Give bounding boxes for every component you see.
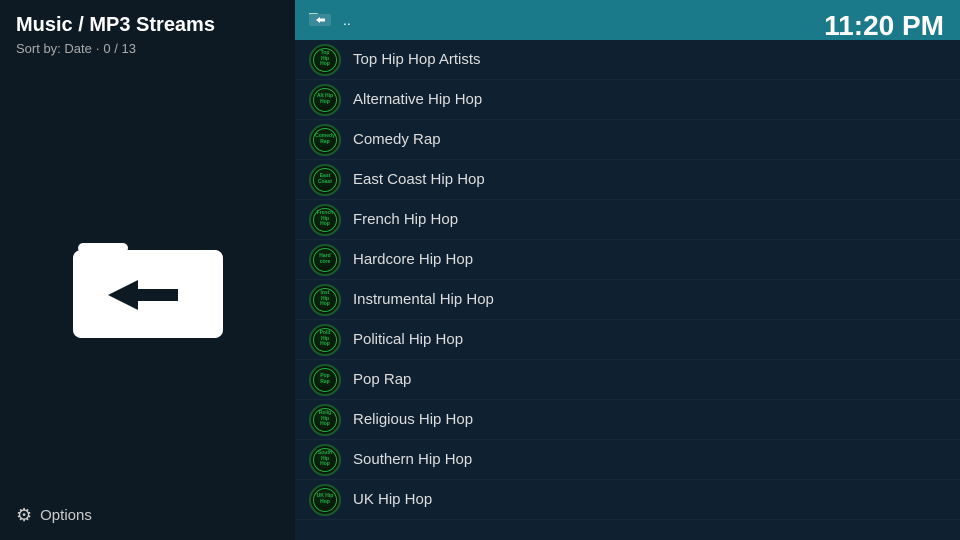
thumb-inner: French Hip Hop	[313, 208, 337, 232]
item-thumbnail: Polit Hip Hop	[309, 324, 341, 356]
item-label: Political Hip Hop	[353, 331, 463, 348]
page-title: Music / MP3 Streams	[0, 0, 295, 41]
item-label: UK Hip Hop	[353, 491, 432, 508]
folder-back-icon	[68, 215, 228, 345]
back-folder-svg	[309, 9, 331, 27]
item-thumbnail: Inst Hip Hop	[309, 284, 341, 316]
list-item[interactable]: Polit Hip Hop Political Hip Hop	[295, 320, 960, 360]
list-item[interactable]: Hard core Hardcore Hip Hop	[295, 240, 960, 280]
list-item[interactable]: Top Hip Hop Top Hip Hop Artists	[295, 40, 960, 80]
item-label: French Hip Hop	[353, 211, 458, 228]
item-label: Pop Rap	[353, 371, 411, 388]
thumb-inner: East Coast	[313, 168, 337, 192]
item-thumbnail: South Hip Hop	[309, 444, 341, 476]
list-item[interactable]: Pop Rap Pop Rap	[295, 360, 960, 400]
list-item[interactable]: Comedy Rap Comedy Rap	[295, 120, 960, 160]
left-panel: Music / MP3 Streams Sort by: Date · 0 / …	[0, 0, 295, 540]
list-item[interactable]: Relig Hip Hop Religious Hip Hop	[295, 400, 960, 440]
item-thumbnail: Alt Hip Hop	[309, 84, 341, 116]
options-label: Options	[40, 507, 92, 524]
item-label: Hardcore Hip Hop	[353, 251, 473, 268]
sort-info: Sort by: Date · 0 / 13	[0, 41, 295, 68]
list-item[interactable]: Inst Hip Hop Instrumental Hip Hop	[295, 280, 960, 320]
thumb-inner: UK Hip Hop	[313, 488, 337, 512]
item-thumbnail: Pop Rap	[309, 364, 341, 396]
item-label: Alternative Hip Hop	[353, 91, 482, 108]
item-label: Religious Hip Hop	[353, 411, 473, 428]
item-label: Southern Hip Hop	[353, 451, 472, 468]
back-label: ..	[343, 12, 351, 28]
thumb-inner: South Hip Hop	[313, 448, 337, 472]
item-label: Top Hip Hop Artists	[353, 51, 481, 68]
list-item[interactable]: UK Hip Hop UK Hip Hop	[295, 480, 960, 520]
item-label: Instrumental Hip Hop	[353, 291, 494, 308]
folder-icon-area	[0, 68, 295, 491]
thumb-inner: Pop Rap	[313, 368, 337, 392]
thumb-inner: Comedy Rap	[313, 128, 337, 152]
item-thumbnail: Top Hip Hop	[309, 44, 341, 76]
item-thumbnail: Comedy Rap	[309, 124, 341, 156]
back-folder-icon	[309, 9, 331, 32]
list-item[interactable]: East Coast East Coast Hip Hop	[295, 160, 960, 200]
item-thumbnail: Hard core	[309, 244, 341, 276]
settings-icon: ⚙	[16, 505, 32, 526]
item-thumbnail: East Coast	[309, 164, 341, 196]
thumb-inner: Relig Hip Hop	[313, 408, 337, 432]
item-thumbnail: UK Hip Hop	[309, 484, 341, 516]
list-item[interactable]: South Hip Hop Southern Hip Hop	[295, 440, 960, 480]
list: Top Hip Hop Top Hip Hop Artists Alt Hip Ho…	[295, 40, 960, 520]
thumb-inner: Polit Hip Hop	[313, 328, 337, 352]
thumb-inner: Alt Hip Hop	[313, 88, 337, 112]
thumb-inner: Hard core	[313, 248, 337, 272]
list-item[interactable]: French Hip Hop French Hip Hop	[295, 200, 960, 240]
clock: 11:20 PM	[824, 10, 944, 42]
item-thumbnail: French Hip Hop	[309, 204, 341, 236]
item-label: Comedy Rap	[353, 131, 441, 148]
thumb-inner: Inst Hip Hop	[313, 288, 337, 312]
right-panel: 11:20 PM .. Top Hip Hop Top Hip Hop Artis…	[295, 0, 960, 540]
thumb-inner: Top Hip Hop	[313, 48, 337, 72]
options-bar[interactable]: ⚙ Options	[0, 491, 295, 540]
list-item[interactable]: Alt Hip Hop Alternative Hip Hop	[295, 80, 960, 120]
item-label: East Coast Hip Hop	[353, 171, 485, 188]
item-thumbnail: Relig Hip Hop	[309, 404, 341, 436]
